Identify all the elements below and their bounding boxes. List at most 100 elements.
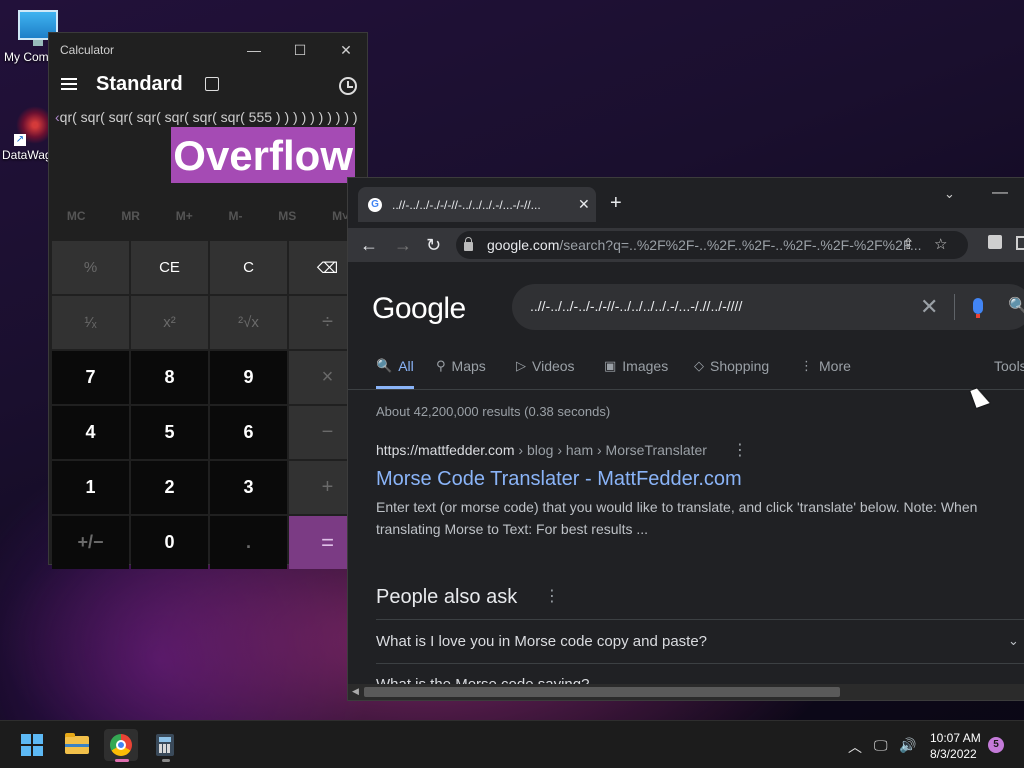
folder-icon [65,733,89,754]
keypad: % CE C ⌫ ¹⁄ₓ x² ²√x ÷ 7 8 9 × 4 5 6−1 2 3 + +/− 0. = [52,241,366,569]
clock[interactable]: 10:07 AM 8/3/2022 [930,730,981,762]
chevron-down-icon[interactable]: ⌄ [1008,676,1019,684]
running-indicator [162,759,170,762]
paa-more-icon[interactable]: ⋮ [544,586,560,606]
hamburger-menu-icon[interactable] [61,75,77,93]
history-icon[interactable] [339,77,357,95]
digit-9-button[interactable]: 9 [210,351,287,404]
url-path: /search?q=..%2F%2F-..%2F..%2F-..%2F-.%2F… [559,237,922,253]
tab-more[interactable]: ⋮ More [800,358,851,374]
reload-button[interactable]: ↻ [426,235,441,256]
chevron-down-icon[interactable]: ⌄ [1008,633,1019,649]
digit-4-button[interactable]: 4 [52,406,129,459]
play-icon: ▷ [516,358,526,373]
map-pin-icon: ⚲ [436,358,446,373]
clear-button[interactable]: C [210,241,287,294]
back-button[interactable]: ← [360,235,378,256]
scrollbar-thumb[interactable] [364,687,840,697]
bookmark-star-icon[interactable]: ☆ [934,235,947,253]
minimize-button[interactable]: — [992,184,1008,202]
memory-store-button[interactable]: MS [278,209,296,235]
tab-title: ..//-../../-./-/-//-../../../.-/...-/-//… [392,197,541,212]
calculator-mode-title: Standard [96,72,183,95]
forward-button[interactable]: → [394,235,412,256]
decimal-button[interactable]: . [210,516,287,569]
google-favicon-icon: G [368,197,382,212]
digit-0-button[interactable]: 0 [131,516,208,569]
microphone-icon[interactable] [973,298,983,318]
tab-maps[interactable]: ⚲ Maps [436,358,486,374]
extensions-puzzle-icon[interactable] [988,235,1002,249]
tab-search-chevron-icon[interactable]: ⌄ [944,186,955,202]
search-icon[interactable]: 🔍 [1008,296,1024,316]
tab-all[interactable]: 🔍 All [376,358,414,374]
reciprocal-button[interactable]: ¹⁄ₓ [52,296,129,349]
memory-add-button[interactable]: M+ [176,209,193,235]
digit-6-button[interactable]: 6 [210,406,287,459]
close-button[interactable]: ✕ [337,41,355,59]
expression-display: ‹qr( sqr( sqr( sqr( sqr( sqr( sqr( 555 )… [55,109,361,125]
horizontal-scrollbar[interactable]: ◀ [348,684,1024,700]
negate-button[interactable]: +/− [52,516,129,569]
file-explorer-button[interactable] [60,729,94,761]
calculator-taskbar-button[interactable] [148,729,182,762]
memory-recall-button[interactable]: MR [121,209,140,235]
result-more-icon[interactable]: ⋮ [732,440,748,460]
digit-5-button[interactable]: 5 [131,406,208,459]
clear-entry-button[interactable]: CE [131,241,208,294]
minimize-button[interactable]: — [245,41,263,59]
new-tab-button[interactable]: + [610,192,622,215]
tab-strip: G ..//-../../-./-/-//-../../../.-/...-/-… [348,178,1024,228]
search-input[interactable]: ..//-../../-../-./-//-../../../../.-/...… [530,298,742,314]
side-panel-icon[interactable] [1016,236,1024,250]
search-results-page: Google ..//-../../-../-./-//-../../../..… [348,262,1024,684]
digit-7-button[interactable]: 7 [52,351,129,404]
taskbar: ︿ 🖵 🔊 10:07 AM 8/3/2022 5 [0,720,1024,768]
window-title: Calculator [60,43,115,57]
paa-divider [376,619,1024,620]
paa-question[interactable]: What is I love you in Morse code copy an… [376,633,707,650]
square-button[interactable]: x² [131,296,208,349]
keep-on-top-icon[interactable] [204,77,219,91]
digit-8-button[interactable]: 8 [131,351,208,404]
percent-button[interactable]: % [52,241,129,294]
memory-clear-button[interactable]: MC [67,209,86,235]
google-logo[interactable]: Google [372,292,466,326]
more-vert-icon: ⋮ [800,358,813,373]
paa-question[interactable]: What is the Morse code saying? [376,676,589,684]
digit-1-button[interactable]: 1 [52,461,129,514]
clear-search-icon[interactable]: ✕ [920,294,938,320]
start-button[interactable] [15,729,49,761]
tab-tools[interactable]: Tools [994,358,1024,374]
scroll-left-arrow-icon[interactable]: ◀ [352,686,359,697]
windows-logo-icon [21,734,43,756]
memory-subtract-button[interactable]: M- [229,209,243,235]
tab-close-icon[interactable]: ✕ [578,196,590,213]
share-icon[interactable]: ⇪ [902,235,915,253]
tab-images[interactable]: ▣ Images [604,358,668,374]
calculator-titlebar[interactable]: Calculator [49,33,367,67]
address-bar[interactable]: google.com /search?q=..%2F%2F-..%2F..%2F… [456,231,968,259]
tab-videos[interactable]: ▷ Videos [516,358,575,374]
digit-3-button[interactable]: 3 [210,461,287,514]
square-root-button[interactable]: ²√x [210,296,287,349]
search-box[interactable]: ..//-../../-../-./-//-../../../../.-/...… [512,284,1024,330]
result-url[interactable]: https://mattfedder.com › blog › ham › Mo… [376,442,707,458]
calculator-header: Standard [49,67,367,101]
result-title-link[interactable]: Morse Code Translater - MattFedder.com [376,468,742,491]
result-display: Overflow [171,127,355,183]
result-snippet: Enter text (or morse code) that you woul… [376,499,978,537]
chrome-taskbar-button[interactable] [104,729,138,762]
show-hidden-icons-chevron-icon[interactable]: ︿ [848,737,862,757]
search-divider [954,294,955,320]
volume-icon[interactable]: 🔊 [899,737,916,754]
browser-tab[interactable]: G ..//-../../-./-/-//-../../../.-/...-/-… [358,187,596,222]
tabs-divider [348,389,1024,390]
maximize-button[interactable]: ☐ [291,41,309,59]
network-icon[interactable]: 🖵 [874,737,888,754]
calculator-icon [156,734,174,756]
chrome-icon [110,734,132,756]
notification-badge[interactable]: 5 [988,737,1004,753]
digit-2-button[interactable]: 2 [131,461,208,514]
tab-shopping[interactable]: ◇ Shopping [694,358,769,374]
